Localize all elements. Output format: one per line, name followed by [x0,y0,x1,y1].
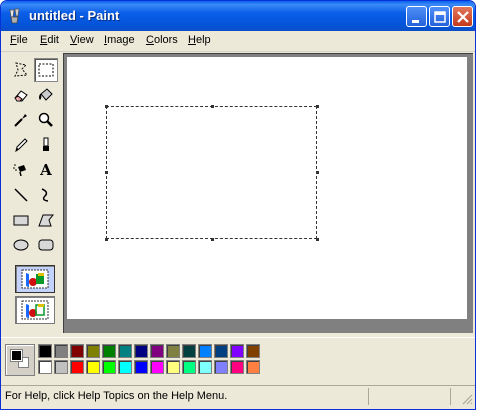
pick-color-icon [14,114,27,127]
selection-handle[interactable] [211,105,214,108]
selection-handle[interactable] [316,238,319,241]
status-pane-position [368,388,450,405]
palette-color-swatch[interactable] [86,344,100,358]
palette-color-swatch[interactable] [150,360,164,374]
paint-window: untitled - Paint File Edit View Image Co… [0,0,476,410]
magnifier-tool[interactable] [34,108,58,132]
palette-color-swatch[interactable] [246,360,260,374]
menu-help[interactable]: Help [188,34,211,46]
window-title: untitled - Paint [29,8,120,23]
opaque-selection-option[interactable] [15,265,55,293]
palette-color-swatch[interactable] [166,344,180,358]
text-tool[interactable]: A [34,158,58,182]
opaque-selection-icon [21,269,49,289]
minimize-button[interactable] [406,6,427,27]
palette-color-swatch[interactable] [198,360,212,374]
rectangle-tool[interactable] [9,208,33,232]
canvas-scroll-area [63,53,473,333]
selection-handle[interactable] [316,171,319,174]
palette-color-swatch[interactable] [118,360,132,374]
title-bar[interactable]: untitled - Paint [1,1,475,31]
menu-colors[interactable]: Colors [146,34,178,46]
selection-rectangle[interactable] [106,106,317,239]
rounded-rectangle-icon [38,239,54,251]
free-form-select-icon [14,62,28,77]
palette-color-swatch[interactable] [134,360,148,374]
text-icon: A [40,161,52,179]
brush-icon [43,137,49,151]
status-help-text: For Help, click Help Topics on the Help … [5,390,228,402]
palette-color-swatch[interactable] [246,344,260,358]
color-box [1,337,475,383]
ellipse-icon [13,239,29,251]
palette-color-swatch[interactable] [134,344,148,358]
palette-color-swatch[interactable] [182,344,196,358]
palette-color-swatch[interactable] [182,360,196,374]
palette-color-swatch[interactable] [214,360,228,374]
tool-box: A [1,53,63,333]
pick-color-tool[interactable] [9,108,33,132]
airbrush-tool[interactable] [9,158,33,182]
eraser-tool[interactable] [9,83,33,107]
palette-color-swatch[interactable] [230,344,244,358]
paint-app-icon[interactable] [7,8,23,24]
transparent-selection-icon [21,300,49,320]
fill-bucket-icon [39,88,53,101]
ellipse-tool[interactable] [9,233,33,257]
palette-color-swatch[interactable] [38,360,52,374]
selection-handle[interactable] [211,238,214,241]
palette-color-swatch[interactable] [54,344,68,358]
eraser-icon [14,90,28,102]
curve-tool[interactable] [34,183,58,207]
palette-color-swatch[interactable] [38,344,52,358]
curve-icon [41,188,49,202]
rectangle-select-icon [38,63,54,77]
palette-color-swatch[interactable] [118,344,132,358]
close-button[interactable] [452,6,473,27]
menu-image[interactable]: Image [104,34,135,46]
polygon-icon [38,214,55,227]
menu-view[interactable]: View [70,34,94,46]
airbrush-icon [13,164,26,177]
pencil-icon [15,138,28,153]
rectangle-icon [13,215,29,226]
brush-tool[interactable] [34,133,58,157]
resize-grip-icon[interactable] [461,393,473,405]
palette-color-swatch[interactable] [86,360,100,374]
palette-color-swatch[interactable] [102,344,116,358]
palette-color-swatch[interactable] [70,344,84,358]
selection-handle[interactable] [105,171,108,174]
pencil-tool[interactable] [9,133,33,157]
palette-color-swatch[interactable] [214,344,228,358]
palette-color-swatch[interactable] [102,360,116,374]
free-form-select-tool[interactable] [9,58,33,82]
transparent-selection-option[interactable] [15,296,55,324]
palette-color-swatch[interactable] [150,344,164,358]
palette-color-swatch[interactable] [54,360,68,374]
palette-color-swatch[interactable] [70,360,84,374]
magnifier-icon [38,112,53,127]
palette-color-swatch[interactable] [198,344,212,358]
rectangle-select-tool[interactable] [34,58,58,82]
selection-handle[interactable] [105,105,108,108]
maximize-button[interactable] [429,6,450,27]
selection-handle[interactable] [105,238,108,241]
menu-edit[interactable]: Edit [40,34,59,46]
foreground-color [10,349,23,362]
menu-file[interactable]: File [10,34,28,46]
status-bar: For Help, click Help Topics on the Help … [1,385,475,407]
polygon-tool[interactable] [34,208,58,232]
fill-bucket-tool[interactable] [34,83,58,107]
current-colors-indicator[interactable] [5,344,35,376]
palette-color-swatch[interactable] [166,360,180,374]
line-tool[interactable] [9,183,33,207]
menu-bar: File Edit View Image Colors Help [1,31,475,52]
palette-color-swatch[interactable] [230,360,244,374]
line-icon [14,188,28,202]
drawing-canvas[interactable] [67,57,467,319]
rounded-rectangle-tool[interactable] [34,233,58,257]
selection-handle[interactable] [316,105,319,108]
